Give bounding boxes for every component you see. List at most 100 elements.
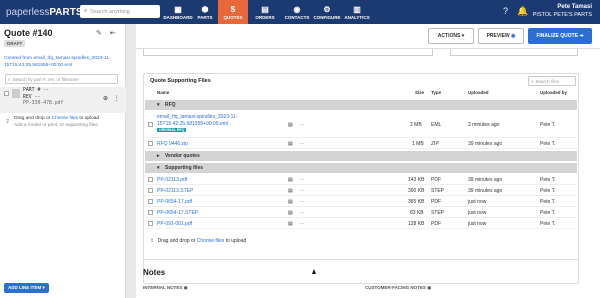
nav-contacts[interactable]: ◉ CONTACTS [282,0,312,24]
preview-button[interactable]: PREVIEW ◉ [478,28,524,44]
more-menu-icon[interactable]: ⋯ [299,188,304,194]
notes-heading: Notes [143,268,166,277]
nav-analytics-label: ANALYTICS [344,14,370,20]
drop-text: Drag and drop or [157,238,196,244]
add-line-item-button[interactable]: ADD LINE ITEM ▾ [4,283,49,293]
file-icon[interactable]: ▤ [288,199,293,205]
search-placeholder: Search anything [90,8,130,15]
file-uploaded: 39 minutes ago [468,177,503,183]
bell-icon[interactable]: 🔔 [517,6,528,17]
user-menu[interactable]: Pete Tamasi PISTOL PETE'S PARTS [533,3,592,19]
more-menu-icon[interactable]: ⋮ [114,96,120,102]
col-uploaded-by[interactable]: Uploaded by [540,90,567,95]
more-menu-icon[interactable]: ⋯ [299,210,304,216]
row-checkbox[interactable] [148,177,153,182]
group-rfq[interactable]: ▾ RFQ [145,100,577,110]
row-checkbox[interactable] [148,199,153,204]
file-name-link[interactable]: email_rfq_tamasi-spindles_2023-11-15T15:… [157,114,238,127]
part-file-name: PP-330-478.pdf [23,101,64,106]
file-icon[interactable]: ▤ [288,141,293,147]
table-row[interactable]: RFQ 9446.zip ▤ ⋯ 1 MB ZIP 39 minutes ago… [145,139,577,149]
row-checkbox[interactable] [148,141,153,146]
help-icon[interactable]: ? [503,6,508,16]
search-icon: ⌕ [84,8,88,14]
col-uploaded[interactable]: Uploaded [468,90,489,95]
add-circle-icon[interactable]: ⊕ [103,96,108,102]
left-dropzone[interactable]: ⇪ Drag and drop or Choose files to uploa… [4,114,122,134]
file-uploaded-by: Pete T. [540,177,556,183]
files-search-input[interactable]: ⌕ Search files [528,76,576,86]
file-type: ZIP [431,141,439,147]
status-badge: DRAFT [4,40,26,47]
line-item-checkbox[interactable] [4,91,9,96]
file-icon[interactable]: ▤ [288,210,293,216]
internal-notes-text: INTERNAL NOTES [143,285,183,290]
file-name-link[interactable]: PP-0654-17.pdf [157,199,192,205]
more-menu-icon[interactable]: ⋯ [299,177,304,183]
nav-configure[interactable]: ⚙ CONFIGURE [312,0,342,24]
quote-title-icons: ✎ ⇤ [96,29,116,37]
group-supporting-files[interactable]: ▾ Supporting files [145,163,577,173]
file-name-link[interactable]: RFQ 9446.zip [157,141,188,147]
file-name-link[interactable]: PP-0654-17.STEP [157,210,198,216]
nav-dashboard-label: DASHBOARD [163,14,193,20]
file-icon[interactable]: ▤ [288,188,293,194]
part-number-value: -- [43,88,49,93]
table-row[interactable]: PP-02113.STEP ▤ ⋯ 390 KB STEP 39 minutes… [145,186,577,196]
more-menu-icon[interactable]: ⋯ [299,122,304,128]
choose-files-link[interactable]: Choose files [52,116,78,121]
preview-label: PREVIEW [486,33,510,39]
row-checkbox[interactable] [148,188,153,193]
caret-right-icon: ▸ [157,153,160,159]
part-number-label: PART # [23,88,41,93]
collapse-panel-icon[interactable]: ⇤ [110,30,116,37]
dashboard-icon: ▦ [174,4,182,14]
file-uploaded: just now [468,199,487,205]
file-uploaded: 2 minutes ago [468,122,500,128]
global-search-input[interactable]: ⌕ Search anything [80,5,160,18]
group-vendor-label: Vendor quotes [165,153,200,159]
table-row[interactable]: email_rfq_tamasi-spindles_2023-11-15T15:… [145,112,577,138]
col-name[interactable]: Name [157,90,169,95]
col-size[interactable]: Size [415,90,424,95]
eye-off-icon: ◉ [183,285,188,290]
file-type: STEP [431,188,445,194]
table-row[interactable]: PP-0654-17.STEP ▤ ⋯ 83 KB STEP just now … [145,208,577,218]
file-uploaded-by: Pete T. [540,141,556,147]
part-search-input[interactable]: ⌕ Search by part #, rev, or filename [5,74,118,84]
row-checkbox[interactable] [148,122,153,127]
nav-analytics[interactable]: ▥ ANALYTICS [344,0,370,24]
file-uploaded-by: Pete T. [540,188,556,194]
file-size: 365 KB [408,199,425,205]
customer-notes-label: CUSTOMER-FACING NOTES ◉ [365,285,431,291]
col-type[interactable]: Type [431,90,441,95]
more-menu-icon[interactable]: ⋯ [299,199,304,205]
logo-accent-text: PARTS [49,6,83,18]
file-icon[interactable]: ▤ [288,122,293,128]
nav-dashboard[interactable]: ▦ DASHBOARD [163,0,193,24]
table-row[interactable]: PP-02113.pdf ▤ ⋯ 143 KB PDF 39 minutes a… [145,175,577,185]
actions-button[interactable]: ACTIONS ▾ [428,28,474,44]
nav-quotes[interactable]: $ QUOTES [218,0,248,24]
choose-files-link[interactable]: Choose files [197,238,225,244]
row-checkbox[interactable] [148,210,153,215]
edit-icon[interactable]: ✎ [96,30,102,37]
table-row[interactable]: PP-0654-17.pdf ▤ ⋯ 365 KB PDF just now P… [145,197,577,207]
more-menu-icon[interactable]: ⋯ [299,141,304,147]
created-from-link[interactable]: Created from email_rfq_tamasi-spindles_2… [4,55,124,69]
nav-quotes-label: QUOTES [223,14,243,20]
group-vendor-quotes[interactable]: ▸ Vendor quotes [145,151,577,161]
dollar-icon: $ [230,4,236,14]
nav-orders[interactable]: ▤ ORDERS [252,0,278,24]
files-dropzone[interactable]: ⇪ Drag and drop or Choose files to uploa… [150,238,246,244]
file-name-link[interactable]: PP-02113.STEP [157,188,193,194]
nav-parts[interactable]: ⬢ PARTS [194,0,216,24]
finalize-quote-button[interactable]: FINALIZE QUOTE ➔ [528,28,592,44]
file-uploaded: 39 minutes ago [468,141,503,147]
internal-notes-label: INTERNAL NOTES ◉ [143,285,188,291]
file-icon[interactable]: ▤ [288,177,293,183]
mouse-cursor-icon [312,269,316,274]
file-name-link[interactable]: PP-02113.pdf [157,177,187,183]
files-card-bottom-divider [143,259,579,260]
file-uploaded-by: Pete T. [540,199,556,205]
